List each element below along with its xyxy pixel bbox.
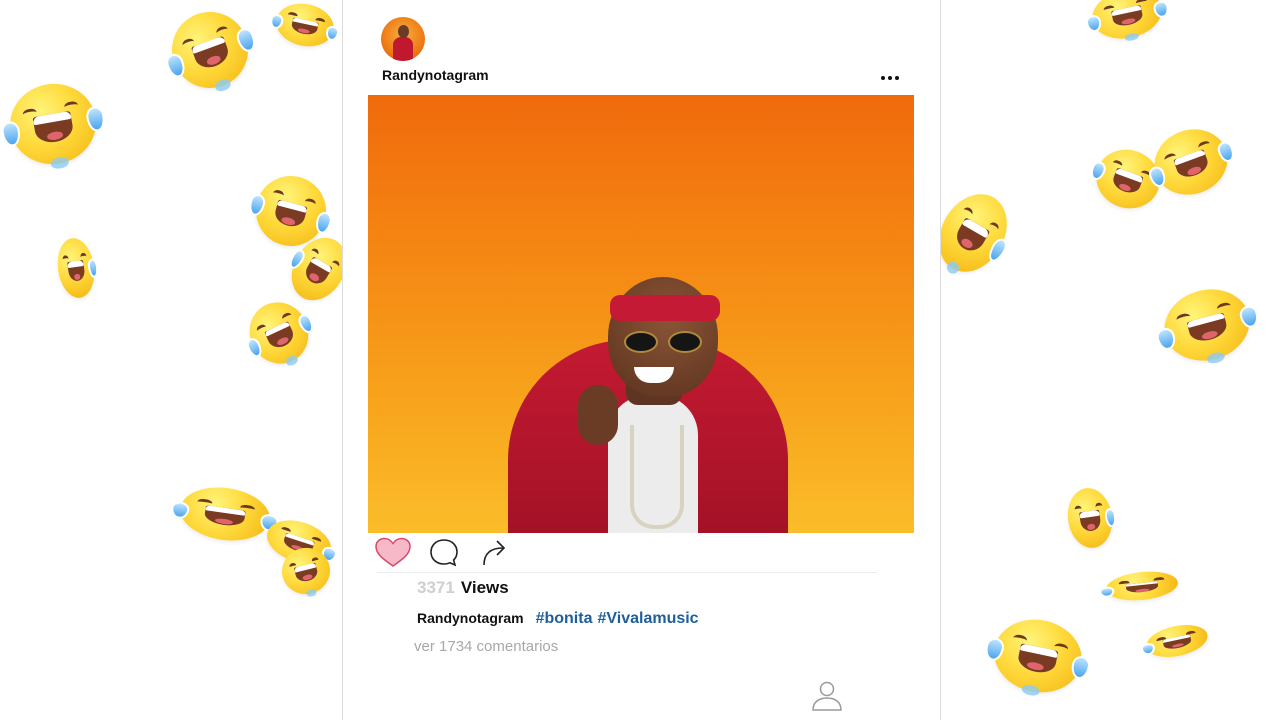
tears-of-joy-emoji [268,0,341,52]
more-options-icon[interactable] [879,71,901,85]
post-username[interactable]: Randynotagram [382,67,489,83]
background-emoji-panel-left [0,0,342,720]
post-photo[interactable] [368,95,914,533]
tears-of-joy-emoji [1084,0,1171,45]
tears-of-joy-emoji [161,1,259,99]
tears-of-joy-emoji [239,292,319,374]
tears-of-joy-emoji [1145,119,1238,205]
tears-of-joy-emoji [1098,568,1180,604]
share-arrow-icon [483,540,506,566]
post-card: Randynotagram 3371 Views Randynotagram #… [342,0,941,720]
tears-of-joy-emoji [0,77,107,171]
hashtag-list: #bonita #Vivalamusic [536,610,699,628]
like-button[interactable] [373,536,411,570]
post-caption: Randynotagram #bonita #Vivalamusic [417,610,699,628]
hashtag-link[interactable]: #bonita [536,610,593,628]
tears-of-joy-emoji [169,481,280,547]
heart-icon [375,537,411,567]
caption-username[interactable]: Randynotagram [417,610,524,626]
tears-of-joy-emoji [53,235,100,301]
comment-button[interactable] [427,536,461,570]
tears-of-joy-emoji [983,611,1092,701]
hashtag-link[interactable]: #Vivalamusic [597,610,698,628]
divider [377,572,877,573]
comment-bubble-icon [430,539,458,567]
tears-of-joy-emoji [1154,280,1261,370]
views-count: 3371 [417,578,455,597]
views-counter: 3371 Views [417,578,509,598]
tears-of-joy-emoji [940,181,1021,285]
avatar[interactable] [381,17,425,61]
views-label: Views [460,578,509,597]
tears-of-joy-emoji [1064,485,1118,551]
background-emoji-panel-right [940,0,1280,720]
tears-of-joy-emoji [1139,619,1211,663]
view-comments-link[interactable]: ver 1734 comentarios [414,638,558,655]
profile-button[interactable] [810,680,844,712]
user-profile-icon [812,681,842,711]
share-button[interactable] [477,536,511,570]
